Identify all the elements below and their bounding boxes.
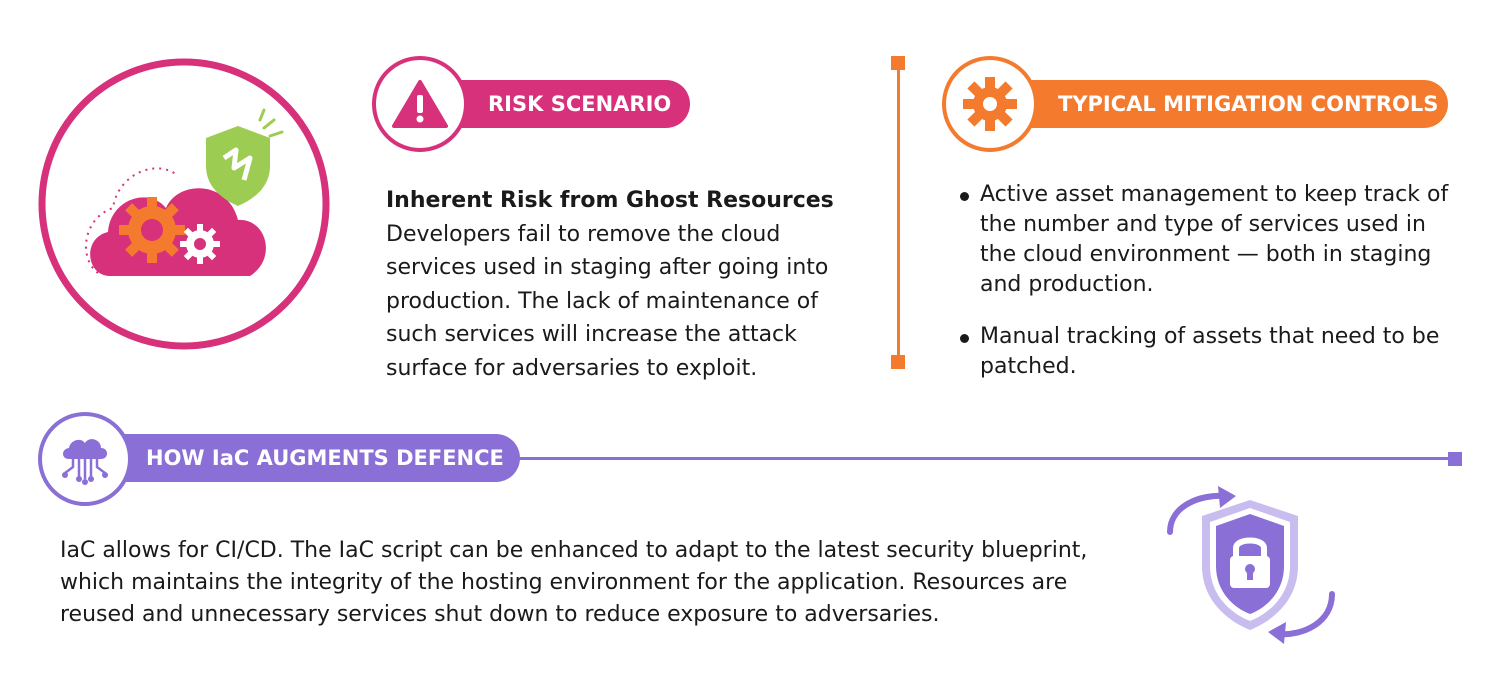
cloud-gears-shield-icon [38,58,330,350]
gear-icon [963,77,1017,131]
divider-cap-bottom [891,355,905,369]
shield-lock-refresh-icon [1167,486,1335,644]
risk-scenario-label: RISK SCENARIO [488,92,672,116]
risk-heading: Inherent Risk from Ghost Resources [386,188,834,213]
list-item: Active asset management to keep track of… [960,180,1460,300]
mitigation-label: TYPICAL MITIGATION CONTROLS [1058,92,1439,116]
vertical-divider [897,62,900,364]
divider-cap-top [891,56,905,70]
cloud-network-icon [62,439,108,485]
iac-line-cap [1448,452,1462,466]
iac-line [510,457,1454,460]
shield-lock-illustration [1160,486,1340,644]
mitigation-list: Active asset management to keep track of… [960,180,1460,404]
hero-illustration [38,58,330,350]
risk-body: Developers fail to remove the cloud serv… [386,221,829,381]
iac-icon-circle [38,412,132,506]
iac-label: HOW IaC AUGMENTS DEFENCE [146,446,504,470]
warning-triangle-icon [392,80,448,128]
risk-icon-circle [372,56,468,152]
mitigation-icon-circle [942,56,1038,152]
iac-body: IaC allows for CI/CD. The IaC script can… [60,538,1088,627]
risk-text-block: Inherent Risk from Ghost Resources Devel… [386,184,856,385]
list-item: Manual tracking of assets that need to b… [960,322,1460,382]
iac-badge: HOW IaC AUGMENTS DEFENCE [96,434,520,482]
mitigation-badge: TYPICAL MITIGATION CONTROLS [984,80,1448,128]
